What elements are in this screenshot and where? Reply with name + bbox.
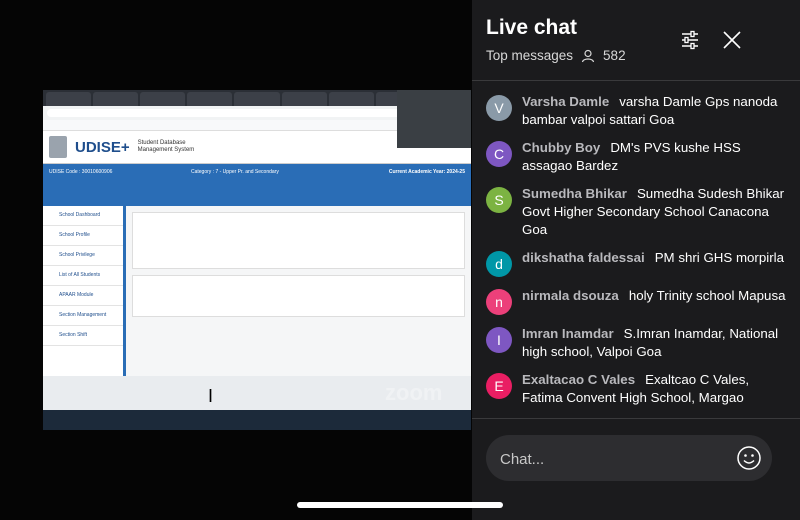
udise-code: UDISE Code : 30010600906 bbox=[49, 169, 113, 175]
avatar[interactable]: I bbox=[486, 327, 512, 353]
avatar[interactable]: n bbox=[486, 289, 512, 315]
close-icon bbox=[723, 31, 741, 49]
chat-message: C Chubby Boy DM's PVS kushe HSS assagao B… bbox=[472, 139, 800, 175]
sidebar-item: APAAR Module bbox=[43, 286, 123, 306]
message-text: PM shri GHS morpirla bbox=[654, 250, 784, 265]
chat-message: V Varsha Damle varsha Damle Gps nanoda ba… bbox=[472, 93, 800, 129]
avatar[interactable]: C bbox=[486, 141, 512, 167]
chat-subheader: Top messages 582 bbox=[486, 48, 626, 63]
chat-message: E Exaltacao C Vales Exaltcao C Vales, Fat… bbox=[472, 371, 800, 407]
message-author[interactable]: Varsha Damle bbox=[522, 94, 609, 109]
message-author[interactable]: Exaltacao C Vales bbox=[522, 372, 635, 387]
udise-subtitle: Student Database Management System bbox=[137, 140, 195, 153]
zoom-watermark: zoom bbox=[385, 380, 443, 405]
chat-message: n nirmala dsouza holy Trinity school Mapu… bbox=[472, 287, 800, 315]
message-author[interactable]: Sumedha Bhikar bbox=[522, 186, 627, 201]
sliders-icon bbox=[682, 30, 698, 50]
school-info-band: UDISE Code : 30010600906 Category : 7 - … bbox=[43, 164, 471, 206]
sidebar-item: Section Management bbox=[43, 306, 123, 326]
home-indicator[interactable] bbox=[297, 502, 503, 508]
chat-message: d dikshatha faldessai PM shri GHS morpirl… bbox=[472, 249, 800, 277]
top-messages-filter[interactable]: Top messages bbox=[486, 48, 573, 63]
close-chat-button[interactable] bbox=[718, 26, 746, 54]
chat-messages[interactable]: V Varsha Damle varsha Damle Gps nanoda ba… bbox=[472, 81, 800, 418]
chat-message: S Sumedha Bhikar Sumedha Sudesh Bhikar Go… bbox=[472, 185, 800, 239]
message-author[interactable]: Chubby Boy bbox=[522, 140, 600, 155]
sidebar-item: List of All Students bbox=[43, 266, 123, 286]
chat-title: Live chat bbox=[486, 16, 578, 39]
avatar[interactable]: d bbox=[486, 251, 512, 277]
aadhaar-card bbox=[132, 275, 465, 317]
video-area: UDISE+ Student Database Management Syste… bbox=[0, 0, 472, 520]
emoji-button[interactable] bbox=[736, 445, 762, 471]
sidebar-item: School Dashboard bbox=[43, 206, 123, 226]
sidebar-item: Section Shift bbox=[43, 326, 123, 346]
chat-header: Live chat Top messages 582 bbox=[472, 0, 800, 81]
message-author[interactable]: nirmala dsouza bbox=[522, 288, 619, 303]
message-text: holy Trinity school Mapusa bbox=[628, 288, 786, 303]
chat-input-box bbox=[486, 435, 772, 483]
avatar[interactable]: S bbox=[486, 187, 512, 213]
sidebar-item: School Profile bbox=[43, 226, 123, 246]
school-category: Category : 7 - Upper Pr. and Secondary bbox=[191, 169, 279, 175]
text-cursor-icon: I bbox=[208, 386, 214, 406]
udise-logo: UDISE+ bbox=[75, 138, 130, 156]
emblem-icon bbox=[49, 136, 67, 158]
avatar[interactable]: E bbox=[486, 373, 512, 399]
viewer-count: 582 bbox=[603, 48, 626, 63]
udise-content bbox=[126, 206, 471, 376]
chat-message: I Imran Inamdar S.Imran Inamdar, National… bbox=[472, 325, 800, 361]
participant-video-thumbnail bbox=[397, 90, 471, 148]
message-author[interactable]: Imran Inamdar bbox=[522, 326, 614, 341]
sidebar-item: School Privilege bbox=[43, 246, 123, 266]
emoji-icon bbox=[737, 446, 761, 470]
udise-sidebar: School Dashboard School Profile School P… bbox=[43, 206, 126, 376]
message-author[interactable]: dikshatha faldessai bbox=[522, 250, 645, 265]
chat-divider bbox=[472, 418, 800, 419]
chat-settings-button[interactable] bbox=[676, 26, 704, 54]
windows-taskbar bbox=[43, 410, 471, 430]
academic-year: Current Academic Year: 2024-25 bbox=[388, 169, 465, 175]
live-chat-panel: Live chat Top messages 582 V Varsha Daml… bbox=[472, 0, 800, 520]
viewers-icon bbox=[581, 49, 595, 63]
chat-input[interactable] bbox=[498, 435, 712, 483]
avatar[interactable]: V bbox=[486, 95, 512, 121]
student-info-card bbox=[132, 212, 465, 269]
